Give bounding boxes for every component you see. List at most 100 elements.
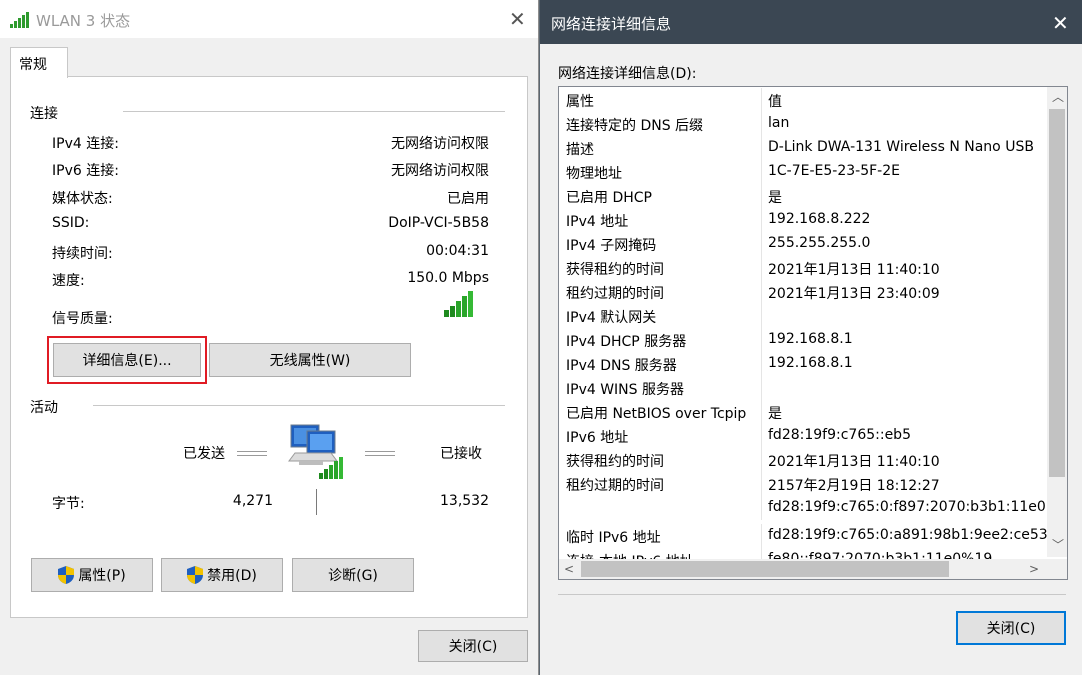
duration-label: 持续时间: (52, 246, 113, 262)
property-cell: 已启用 DHCP (566, 190, 652, 206)
media-state-label: 媒体状态: (52, 191, 113, 207)
title-bar: 网络连接详细信息 ✕ (540, 0, 1082, 44)
speed-label: 速度: (52, 273, 85, 289)
close-icon[interactable]: ✕ (509, 9, 526, 29)
table-row[interactable]: 已启用 NetBIOS over Tcpip 是 (559, 400, 1045, 424)
value-cell: 192.168.8.1 (768, 331, 853, 347)
tab-general[interactable]: 常规 (10, 47, 68, 78)
ipv6-value: 无网络访问权限 (391, 163, 489, 179)
property-cell: IPv6 地址 (566, 430, 629, 446)
table-row[interactable]: IPv4 默认网关 (559, 304, 1045, 328)
column-separator (761, 136, 762, 160)
vertical-scroll-thumb[interactable] (1049, 109, 1065, 477)
wireless-properties-button[interactable]: 无线属性(W) (209, 343, 411, 377)
duration-value: 00:04:31 (426, 243, 489, 259)
table-row[interactable]: IPv4 WINS 服务器 (559, 376, 1045, 400)
table-row[interactable]: IPv4 地址 192.168.8.222 (559, 208, 1045, 232)
value-cell: 2021年1月13日 11:40:10 (768, 454, 940, 470)
group-divider (123, 111, 505, 112)
column-header[interactable]: 属性 值 (559, 88, 1045, 112)
close-button[interactable]: 关闭(C) (418, 630, 528, 662)
title-bar: WLAN 3 状态 ✕ (0, 0, 538, 38)
scroll-up-icon[interactable]: ︿ (1052, 91, 1064, 103)
property-cell: 属性 (566, 94, 594, 110)
property-cell: 物理地址 (566, 166, 622, 182)
column-separator (761, 328, 762, 352)
table-row[interactable]: 连接特定的 DNS 后缀 lan (559, 112, 1045, 136)
table-row[interactable]: IPv4 子网掩码 255.255.255.0 (559, 232, 1045, 256)
connection-heading: 连接 (30, 106, 58, 122)
table-row[interactable]: 租约过期的时间 2157年2月19日 18:12:27 (559, 472, 1045, 496)
close-icon[interactable]: ✕ (1052, 13, 1069, 33)
sent-label: 已发送 (183, 446, 225, 462)
vertical-scrollbar[interactable]: ︿ ﹀ (1047, 87, 1067, 557)
property-cell: 描述 (566, 142, 594, 158)
property-cell: IPv4 默认网关 (566, 310, 657, 326)
property-cell: IPv4 子网掩码 (566, 238, 657, 254)
diagnose-button[interactable]: 诊断(G) (292, 558, 414, 592)
network-details-window: 网络连接详细信息 ✕ 网络连接详细信息(D): 属性 值连接特定的 DNS 后缀 l… (539, 0, 1082, 675)
value-cell: 2157年2月19日 18:12:27 (768, 478, 940, 494)
table-row[interactable]: 描述 D-Link DWA-131 Wireless N Nano USB (559, 136, 1045, 160)
value-cell: 192.168.8.1 (768, 355, 853, 371)
column-separator (761, 160, 762, 184)
details-button[interactable]: 详细信息(E)... (53, 343, 201, 377)
table-row[interactable]: fd28:19f9:c765:0:f897:2070:b3b1:11e0 (559, 496, 1046, 520)
column-separator (761, 280, 762, 304)
details-list[interactable]: 属性 值连接特定的 DNS 后缀 lan 描述 D-Link DWA-131 Wirel… (558, 86, 1068, 580)
scroll-left-icon[interactable]: < (564, 563, 574, 575)
media-state-value: 已启用 (447, 191, 489, 207)
bytes-received-value: 13,532 (440, 493, 489, 509)
value-cell: 192.168.8.222 (768, 211, 871, 227)
table-row[interactable]: IPv4 DHCP 服务器 192.168.8.1 (559, 328, 1045, 352)
table-row[interactable]: IPv6 地址 fd28:19f9:c765::eb5 (559, 424, 1045, 448)
uac-shield-icon (58, 566, 75, 584)
column-separator (761, 184, 762, 208)
horizontal-scrollbar[interactable]: < > (559, 559, 1047, 579)
bytes-divider (316, 489, 317, 515)
footer-divider (558, 594, 1066, 595)
disable-button[interactable]: 禁用(D) (161, 558, 283, 592)
value-cell: 255.255.255.0 (768, 235, 871, 251)
details-list-label: 网络连接详细信息(D): (558, 66, 697, 82)
column-separator (761, 424, 762, 448)
bytes-label: 字节: (52, 496, 85, 512)
value-cell: 2021年1月13日 23:40:09 (768, 286, 940, 302)
close-button[interactable]: 关闭(C) (956, 611, 1066, 645)
group-divider (93, 405, 505, 406)
ipv4-value: 无网络访问权限 (391, 136, 489, 152)
wlan-status-window: WLAN 3 状态 ✕ 常规 连接 IPv4 连接: 无网络访问权限 IPv6 … (0, 0, 539, 675)
disable-label: 禁用(D) (207, 568, 257, 584)
table-row[interactable]: 租约过期的时间 2021年1月13日 23:40:09 (559, 280, 1045, 304)
properties-button[interactable]: 属性(P) (31, 558, 153, 592)
scroll-right-icon[interactable]: > (1029, 563, 1039, 575)
scroll-down-icon[interactable]: ﹀ (1052, 539, 1064, 551)
ipv6-label: IPv6 连接: (52, 163, 119, 179)
property-cell: 租约过期的时间 (566, 286, 664, 302)
value-cell: 1C-7E-E5-23-5F-2E (768, 163, 900, 179)
value-cell: 2021年1月13日 11:40:10 (768, 262, 940, 278)
property-cell: IPv4 DNS 服务器 (566, 358, 677, 374)
property-cell: 已启用 NetBIOS over Tcpip (566, 406, 747, 422)
property-cell: 获得租约的时间 (566, 454, 664, 470)
wifi-signal-icon (10, 12, 29, 28)
signal-quality-label: 信号质量: (52, 311, 113, 327)
value-cell: 值 (768, 94, 782, 110)
column-separator (761, 232, 762, 256)
scroll-corner (1047, 559, 1067, 579)
table-row[interactable]: 临时 IPv6 地址 fd28:19f9:c765:0:a891:98b1:9ee… (559, 524, 1048, 548)
column-separator (761, 448, 762, 472)
column-separator (761, 524, 762, 548)
speed-value: 150.0 Mbps (407, 270, 489, 286)
horizontal-scroll-thumb[interactable] (581, 561, 949, 577)
table-row[interactable]: IPv4 DNS 服务器 192.168.8.1 (559, 352, 1045, 376)
column-separator (761, 352, 762, 376)
table-row[interactable]: 获得租约的时间 2021年1月13日 11:40:10 (559, 256, 1045, 280)
table-row[interactable]: 已启用 DHCP 是 (559, 184, 1045, 208)
table-row[interactable]: 获得租约的时间 2021年1月13日 11:40:10 (559, 448, 1045, 472)
ssid-value: DoIP-VCI-5B58 (388, 215, 489, 231)
property-cell: IPv4 地址 (566, 214, 629, 230)
property-cell: IPv4 WINS 服务器 (566, 382, 684, 398)
ipv4-label: IPv4 连接: (52, 136, 119, 152)
table-row[interactable]: 物理地址 1C-7E-E5-23-5F-2E (559, 160, 1045, 184)
